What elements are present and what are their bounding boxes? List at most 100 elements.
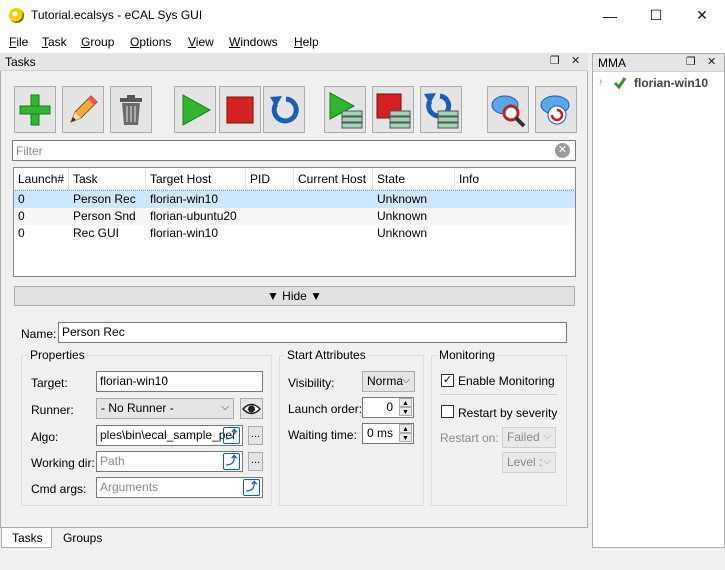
column-header[interactable]: PID xyxy=(246,168,294,190)
column-header[interactable]: Target Host xyxy=(146,168,246,190)
start-task-button[interactable] xyxy=(174,86,216,133)
target-field[interactable]: florian-win10 xyxy=(96,371,263,392)
column-header[interactable]: Task xyxy=(69,168,146,190)
restart-all-icon xyxy=(424,92,459,128)
level-select[interactable]: Level : ⌵ xyxy=(502,452,556,473)
restart-on-select[interactable]: Failed ⌵ xyxy=(502,427,556,448)
table-row[interactable]: 0 Person Rec florian-win10 Unknown xyxy=(14,190,575,209)
tasks-table[interactable]: Launch# Task Target Host PID Current Hos… xyxy=(13,167,576,277)
minimize-button[interactable]: — xyxy=(587,0,633,31)
name-field[interactable]: Person Rec xyxy=(58,322,567,343)
column-header[interactable]: Current Host xyxy=(294,168,373,190)
spin-up-icon[interactable]: ▲ xyxy=(399,398,412,407)
maximize-button[interactable]: ☐ xyxy=(633,0,679,31)
working-dir-label: Working dir: xyxy=(31,456,95,470)
menu-view[interactable]: View xyxy=(188,35,214,49)
tab-groups[interactable]: Groups xyxy=(53,528,112,548)
enable-monitoring-checkbox[interactable]: ✓ xyxy=(441,374,454,387)
divider xyxy=(440,394,557,395)
restart-task-button[interactable] xyxy=(263,86,305,133)
runner-value: - No Runner - xyxy=(101,401,174,415)
app-icon xyxy=(9,8,24,23)
waiting-time-spinbox[interactable]: 0 ms ▲ ▼ xyxy=(362,423,414,444)
sort-indicator-icon: ^ xyxy=(102,167,107,174)
menu-options[interactable]: Options xyxy=(130,35,171,49)
menu-label-rest: ask xyxy=(48,35,67,49)
working-dir-field[interactable]: Path ⤴ xyxy=(96,451,243,472)
path-link-icon[interactable]: ⤴ xyxy=(223,453,240,470)
mma-dock-title: MMA ❐ ✕ xyxy=(593,54,724,72)
host-tree-item[interactable]: › florian-win10 xyxy=(593,74,724,92)
menu-group[interactable]: Group xyxy=(81,35,114,49)
restart-by-severity-checkbox[interactable] xyxy=(441,405,454,418)
spin-down-icon[interactable]: ▼ xyxy=(399,433,412,442)
runner-select[interactable]: - No Runner - ⌵ xyxy=(96,398,234,419)
waiting-time-label: Waiting time: xyxy=(288,428,357,442)
spin-up-icon[interactable]: ▲ xyxy=(399,424,412,433)
add-task-button[interactable] xyxy=(14,86,56,133)
cmd-args-placeholder: Arguments xyxy=(100,480,159,494)
hide-details-button[interactable]: ▼ Hide ▼ xyxy=(14,286,575,306)
close-icon[interactable]: ✕ xyxy=(571,54,580,67)
menu-mnemonic: O xyxy=(130,35,140,49)
working-dir-placeholder: Path xyxy=(100,454,125,468)
menu-mnemonic: V xyxy=(188,35,196,49)
chevron-right-icon[interactable]: › xyxy=(599,76,602,87)
start-all-button[interactable] xyxy=(324,86,366,133)
tab-tasks[interactable]: Tasks xyxy=(1,528,52,548)
column-header[interactable]: Info xyxy=(455,168,575,190)
stop-all-button[interactable] xyxy=(372,86,414,133)
restart-icon xyxy=(270,95,299,123)
restart-all-button[interactable] xyxy=(420,86,462,133)
table-cell: Rec GUI xyxy=(73,226,120,240)
filter-input[interactable] xyxy=(16,144,536,158)
check-icon xyxy=(613,77,627,90)
menu-label-rest: ile xyxy=(16,35,29,49)
visibility-label: Visibility: xyxy=(288,376,335,390)
path-link-icon[interactable]: ⤴ xyxy=(243,479,260,496)
level-value: Level : xyxy=(507,455,543,469)
launch-order-label: Launch order: xyxy=(288,402,363,416)
table-cell: Unknown xyxy=(377,226,428,240)
float-icon[interactable]: ❐ xyxy=(550,54,560,67)
table-row[interactable]: 0 Rec GUI florian-win10 Unknown xyxy=(14,225,575,242)
algo-browse-button[interactable]: ... xyxy=(248,426,263,445)
launch-order-spinbox[interactable]: 0 ▲ ▼ xyxy=(362,397,414,418)
edit-task-button[interactable] xyxy=(62,86,104,133)
clear-filter-icon[interactable]: ✕ xyxy=(555,143,570,158)
float-icon[interactable]: ❐ xyxy=(686,55,696,68)
trash-icon xyxy=(120,94,142,125)
menu-windows[interactable]: Windows xyxy=(229,35,278,49)
search-hosts-button[interactable] xyxy=(487,86,529,133)
table-row[interactable]: 0 Person Snd florian-ubuntu20 Unknown xyxy=(14,208,575,225)
refresh-hosts-button[interactable] xyxy=(535,86,577,133)
tasks-dock-title: Tasks ❐ ✕ xyxy=(0,53,588,71)
close-button[interactable]: ✕ xyxy=(679,0,725,31)
tasks-dock-title-text: Tasks xyxy=(5,55,36,69)
stop-task-button[interactable] xyxy=(219,86,261,133)
close-icon[interactable]: ✕ xyxy=(707,55,716,68)
chevron-down-icon: ⌵ xyxy=(543,456,551,467)
visibility-select[interactable]: Norma ⌵ xyxy=(362,371,415,392)
spin-down-icon[interactable]: ▼ xyxy=(399,407,412,416)
cmd-args-field[interactable]: Arguments ⤴ xyxy=(96,477,263,498)
stop-icon xyxy=(226,96,254,123)
restart-on-label: Restart on: xyxy=(440,431,499,445)
runner-label: Runner: xyxy=(31,403,74,417)
delete-task-button[interactable] xyxy=(110,86,152,133)
dock-tab-bar: Tasks Groups xyxy=(0,528,588,548)
working-dir-browse-button[interactable]: ... xyxy=(248,452,263,471)
column-header[interactable]: Launch# xyxy=(14,168,69,190)
menu-task[interactable]: Task xyxy=(42,35,67,49)
start-attributes-title: Start Attributes xyxy=(285,348,368,362)
algo-field[interactable]: ples\bin\ecal_sample_per ⤴ xyxy=(96,425,243,446)
path-link-icon[interactable]: ⤴ xyxy=(223,427,240,444)
monitoring-title: Monitoring xyxy=(437,348,498,362)
menu-help[interactable]: Help xyxy=(294,35,319,49)
filter-box: ✕ xyxy=(12,140,576,161)
show-runner-button[interactable] xyxy=(240,398,263,419)
column-header[interactable]: State xyxy=(373,168,455,190)
menu-label-rest: indows xyxy=(240,35,278,49)
menu-file[interactable]: File xyxy=(9,35,28,49)
name-label: Name: xyxy=(21,327,57,341)
